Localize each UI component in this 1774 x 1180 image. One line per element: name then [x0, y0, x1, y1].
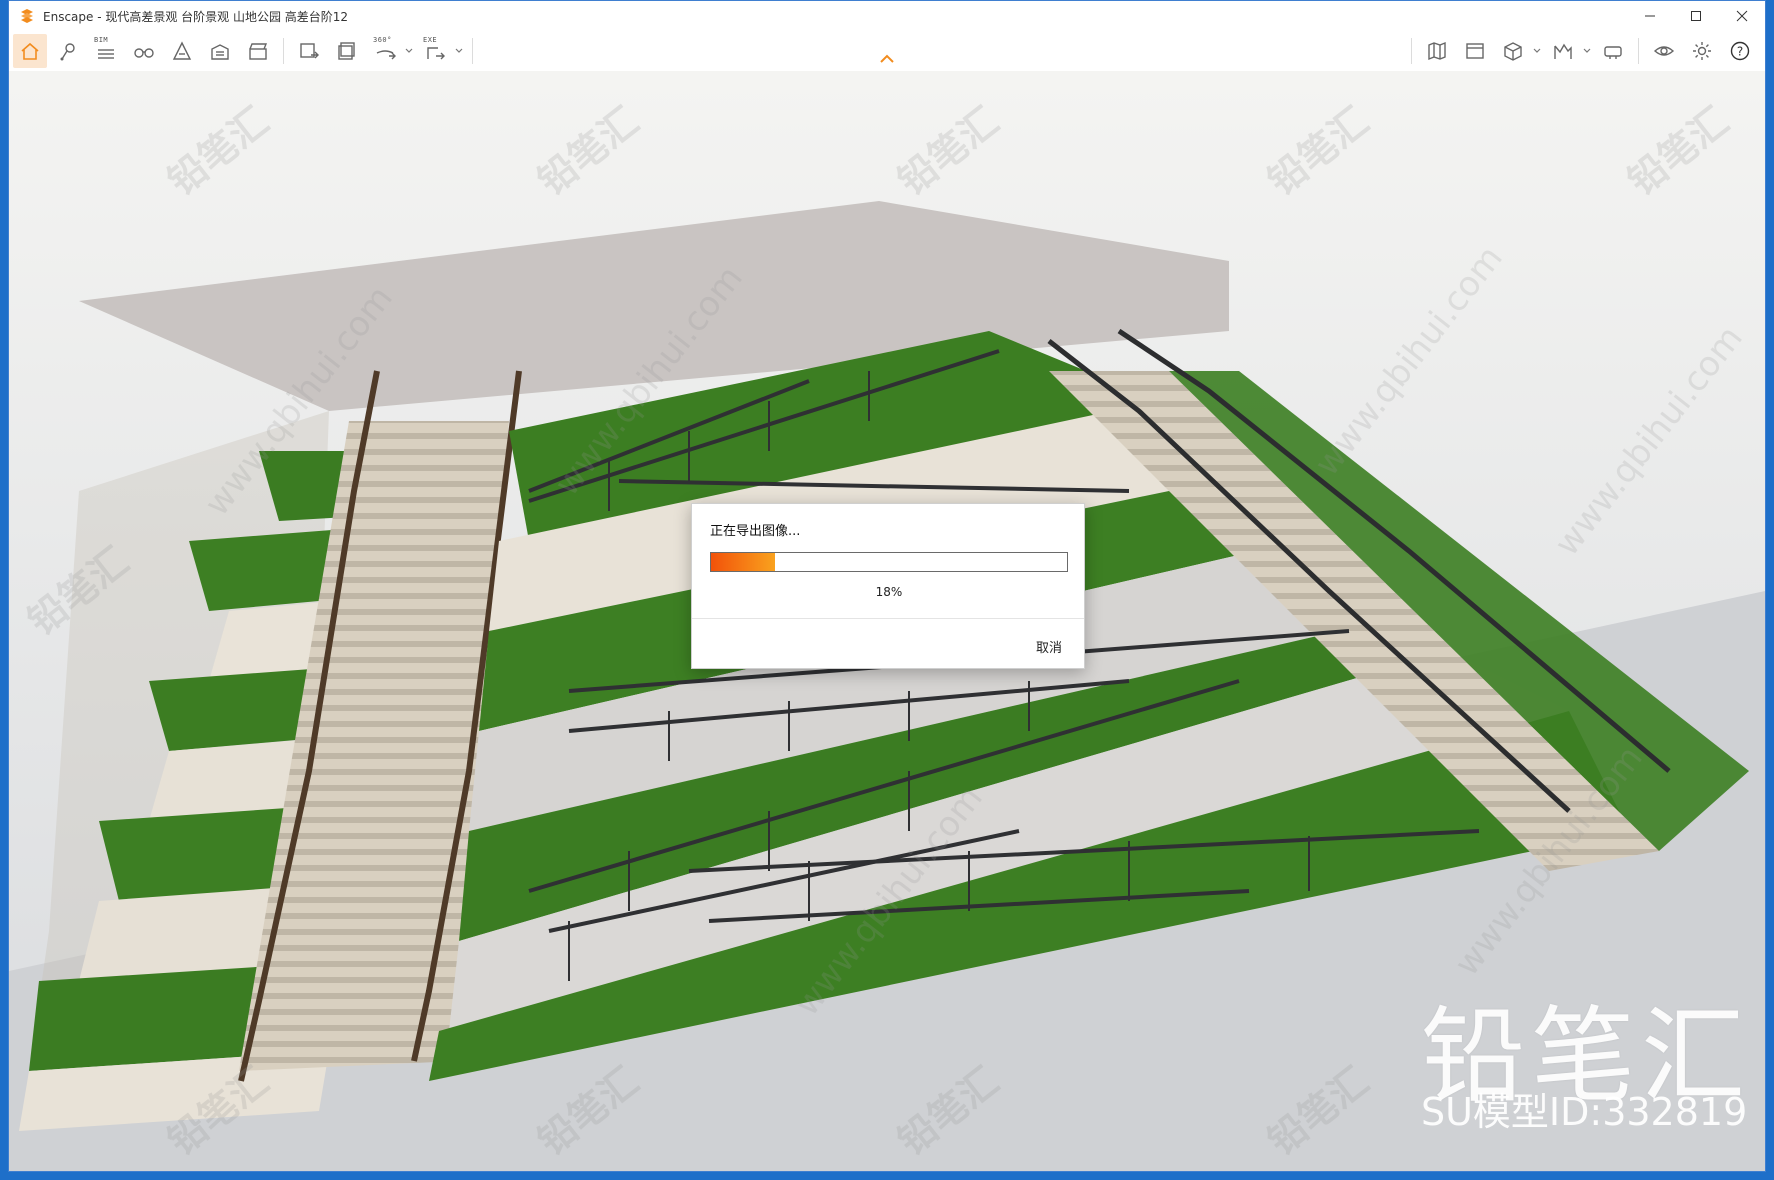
screenshot-button[interactable] — [292, 34, 326, 68]
toolbar-separator — [283, 38, 284, 64]
window-button[interactable] — [1458, 34, 1492, 68]
chevron-up-icon — [880, 54, 894, 63]
clapperboard-icon — [249, 43, 268, 60]
dialog-divider — [692, 618, 1084, 619]
export-progress-dialog: 正在导出图像... 18% 取消 — [691, 503, 1085, 669]
collapse-toolbar-button[interactable] — [879, 49, 895, 68]
atmosphere-button[interactable] — [165, 34, 199, 68]
toolbar: BIM 360° EXE ? — [9, 31, 1765, 72]
chevron-down-icon — [455, 48, 463, 53]
chart-icon — [1554, 43, 1572, 59]
maximize-icon — [1691, 11, 1701, 21]
toolbar-separator — [1638, 38, 1639, 64]
help-icon: ? — [1730, 41, 1750, 61]
bim-label: BIM — [94, 36, 109, 44]
atmosphere-icon — [172, 41, 192, 60]
maximize-button[interactable] — [1673, 1, 1719, 31]
exe-dropdown[interactable] — [454, 34, 464, 68]
title-bar: Enscape - 现代高差景观 台阶景观 山地公园 高差台阶12 — [9, 1, 1765, 31]
panorama-button[interactable]: 360° — [368, 34, 402, 68]
vr-button[interactable] — [1596, 34, 1630, 68]
help-button[interactable]: ? — [1723, 34, 1757, 68]
gear-icon — [1693, 42, 1711, 60]
enscape-window: Enscape - 现代高差景观 台阶景观 山地公园 高差台阶12 BIM 36… — [8, 0, 1766, 1172]
dialog-title: 正在导出图像... — [710, 524, 801, 539]
exe-export-button[interactable]: EXE — [418, 34, 452, 68]
location-button[interactable] — [51, 34, 85, 68]
binoculars-icon — [134, 48, 154, 58]
progress-fill — [711, 553, 776, 571]
building-icon — [211, 44, 229, 60]
home-icon — [21, 42, 39, 60]
home-button[interactable] — [13, 34, 47, 68]
chevron-down-icon — [1533, 48, 1541, 53]
map-icon — [1428, 41, 1446, 61]
minimize-button[interactable] — [1627, 1, 1673, 31]
cube-icon — [1504, 42, 1522, 61]
vr-headset-icon — [1604, 46, 1622, 59]
panorama-dropdown[interactable] — [404, 34, 414, 68]
views-button[interactable] — [127, 34, 161, 68]
exe-label: EXE — [423, 36, 438, 44]
window-title: Enscape - 现代高差景观 台阶景观 山地公园 高差台阶12 — [43, 9, 349, 24]
bim-button[interactable]: BIM — [89, 34, 123, 68]
visual-settings-button[interactable] — [1647, 34, 1681, 68]
svg-text:?: ? — [1737, 45, 1743, 59]
close-icon — [1736, 10, 1748, 22]
model-id-watermark: SU模型ID:332819 — [1421, 1090, 1748, 1134]
chevron-down-icon — [405, 48, 413, 53]
video-button[interactable] — [241, 34, 275, 68]
screenshot-export-icon — [300, 43, 319, 59]
toolbar-right-group: ? — [1405, 34, 1759, 68]
progress-bar — [710, 552, 1068, 572]
batch-render-button[interactable] — [330, 34, 364, 68]
toolbar-separator — [1411, 38, 1412, 64]
minimize-icon — [1645, 15, 1655, 17]
map-button[interactable] — [1420, 34, 1454, 68]
enscape-logo-icon — [21, 9, 33, 23]
close-button[interactable] — [1719, 1, 1765, 31]
window-controls — [1627, 1, 1765, 31]
chart-dropdown[interactable] — [1582, 34, 1592, 68]
batch-render-icon — [338, 42, 355, 60]
cancel-button[interactable]: 取消 — [1036, 637, 1062, 656]
eye-icon — [1653, 46, 1675, 56]
chart-button[interactable] — [1546, 34, 1580, 68]
chevron-down-icon — [1583, 48, 1591, 53]
assets-button[interactable] — [203, 34, 237, 68]
progress-percent: 18% — [875, 585, 903, 599]
panorama-label: 360° — [373, 36, 392, 44]
window-icon — [1466, 43, 1484, 59]
location-pin-icon — [60, 43, 75, 61]
toolbar-separator — [472, 38, 473, 64]
settings-button[interactable] — [1685, 34, 1719, 68]
cube-dropdown[interactable] — [1532, 34, 1542, 68]
cube-button[interactable] — [1496, 34, 1530, 68]
